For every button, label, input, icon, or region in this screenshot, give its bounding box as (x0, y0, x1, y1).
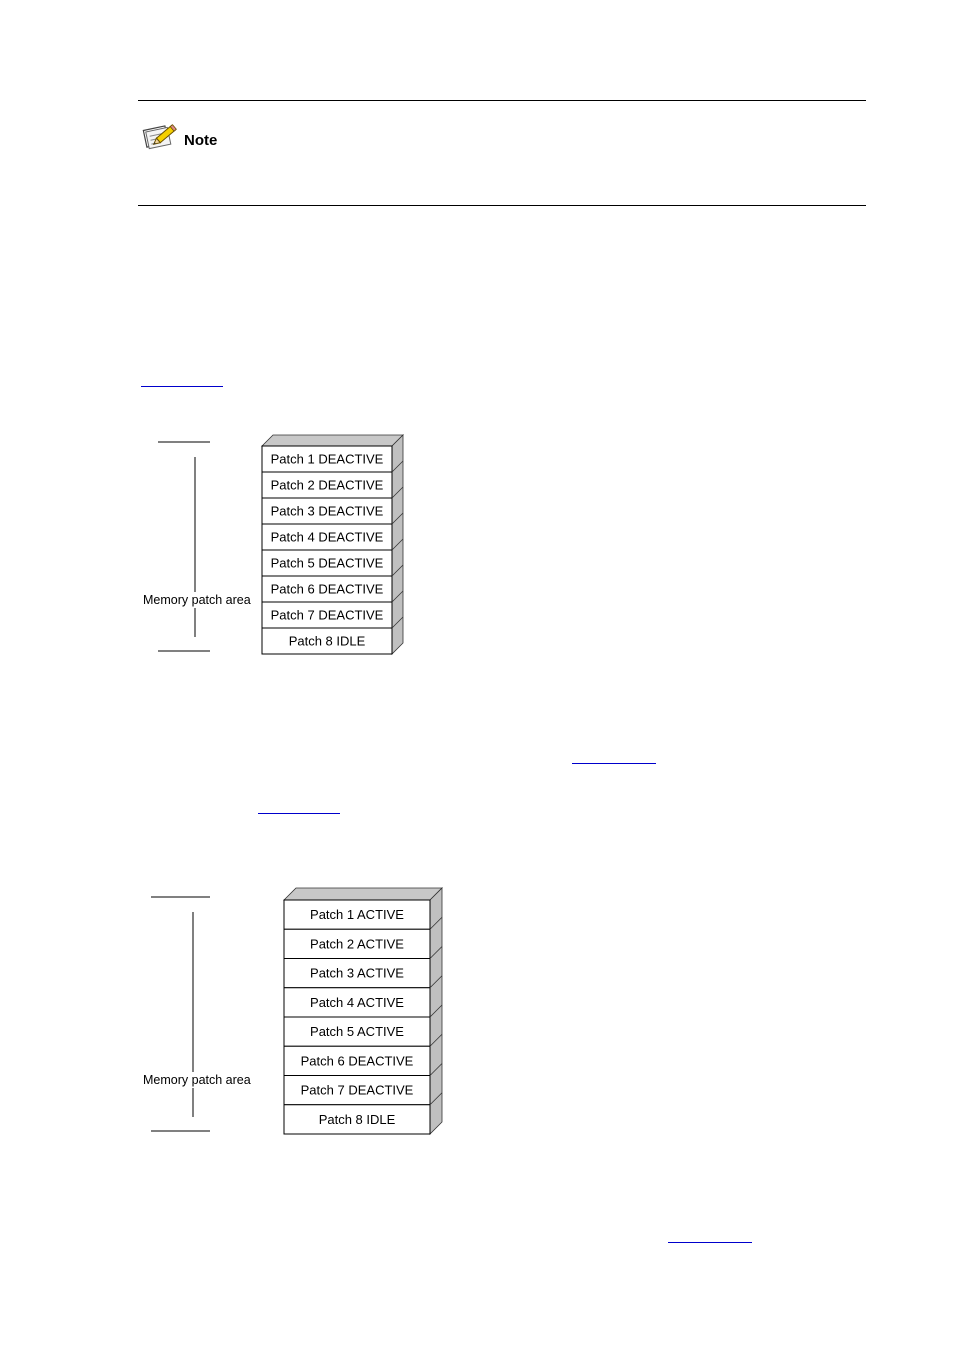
patch-label: Patch 6 DEACTIVE (301, 1053, 414, 1068)
patch-label: Patch 8 IDLE (319, 1112, 396, 1127)
patch-label: Patch 2 ACTIVE (310, 936, 404, 951)
patch-label: Patch 7 DEACTIVE (301, 1083, 414, 1098)
patch-label: Patch 4 ACTIVE (310, 995, 404, 1010)
memory-patch-diagram-2: Patch 1 ACTIVE Patch 2 ACTIVE Patch 3 ACTI… (0, 0, 954, 1350)
memory-patch-area-label: Memory patch area (143, 1072, 251, 1088)
patch-label: Patch 1 ACTIVE (310, 907, 404, 922)
patch-stack-graphic: Patch 1 ACTIVE Patch 2 ACTIVE Patch 3 ACTI… (151, 887, 443, 1135)
patch-label: Patch 3 ACTIVE (310, 966, 404, 981)
stack-top-face (283, 887, 443, 901)
patch-label: Patch 5 ACTIVE (310, 1024, 404, 1039)
